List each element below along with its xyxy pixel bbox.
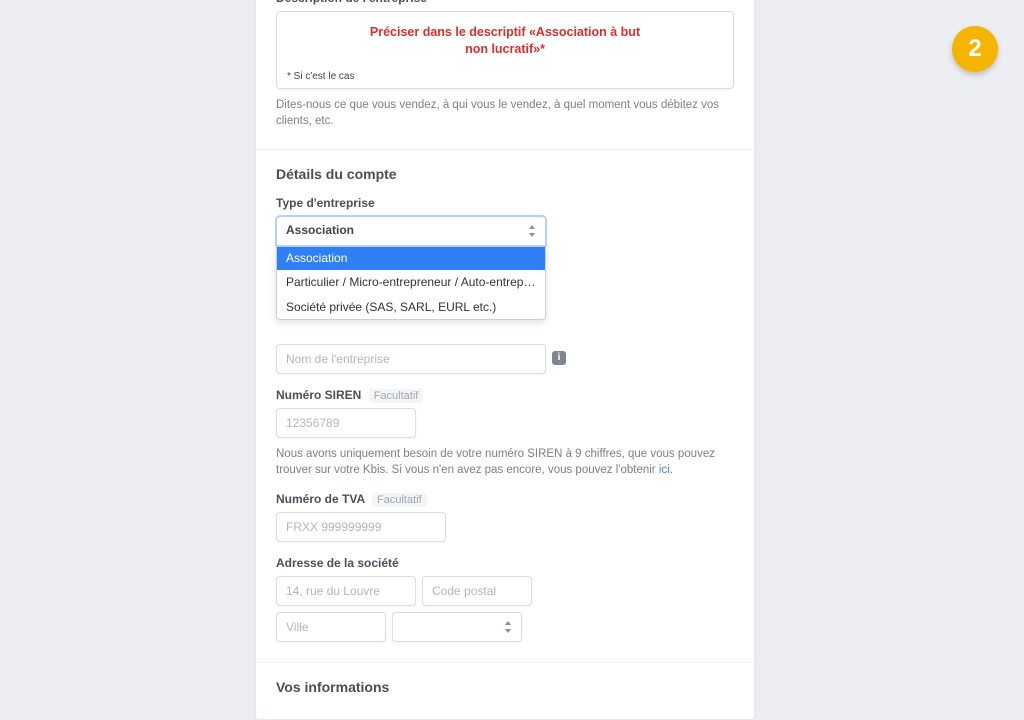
company-type-dropdown: Association Particulier / Micro-entrepre… bbox=[276, 246, 546, 320]
description-textarea[interactable]: Préciser dans le descriptif «Association… bbox=[276, 11, 734, 89]
siren-helptext: Nous avons uniquement besoin de votre nu… bbox=[276, 446, 734, 478]
vat-input[interactable] bbox=[276, 512, 446, 542]
address-label: Adresse de la société bbox=[276, 556, 734, 570]
your-info-title: Vos informations bbox=[276, 679, 734, 695]
description-highlight-text: Préciser dans le descriptif «Association… bbox=[365, 24, 645, 58]
description-footnote: * Si c'est le cas bbox=[287, 71, 355, 82]
section-description: Description de l'entreprise Préciser dan… bbox=[256, 0, 754, 149]
chevron-updown-icon bbox=[527, 225, 537, 237]
vat-label: Numéro de TVA Facultatif bbox=[276, 492, 734, 506]
chevron-updown-icon bbox=[503, 621, 513, 633]
company-type-selected-value: Association bbox=[286, 223, 354, 237]
address-street-input[interactable] bbox=[276, 576, 416, 606]
siren-label: Numéro SIREN Facultatif bbox=[276, 388, 734, 402]
description-label: Description de l'entreprise bbox=[276, 0, 734, 5]
account-details-title: Détails du compte bbox=[276, 166, 734, 182]
description-helptext: Dites-nous ce que vous vendez, à qui vou… bbox=[276, 97, 734, 129]
info-icon[interactable]: i bbox=[552, 351, 566, 365]
address-zip-input[interactable] bbox=[422, 576, 532, 606]
dropdown-option-particulier[interactable]: Particulier / Micro-entrepreneur / Auto-… bbox=[277, 270, 545, 294]
siren-help-link[interactable]: ici bbox=[659, 464, 670, 476]
vat-optional-badge: Facultatif bbox=[372, 493, 427, 507]
form-panel: Description de l'entreprise Préciser dan… bbox=[255, 0, 755, 720]
siren-input[interactable] bbox=[276, 408, 416, 438]
siren-optional-badge: Facultatif bbox=[369, 389, 424, 403]
dropdown-option-societe-privee[interactable]: Société privée (SAS, SARL, EURL etc.) bbox=[277, 295, 545, 319]
company-type-select[interactable]: Association bbox=[276, 216, 546, 246]
section-account-details: Détails du compte Type d'entreprise Asso… bbox=[256, 149, 754, 662]
dropdown-option-association[interactable]: Association bbox=[277, 246, 545, 270]
company-type-label: Type d'entreprise bbox=[276, 196, 734, 210]
address-city-input[interactable] bbox=[276, 612, 386, 642]
step-badge: 2 bbox=[952, 26, 998, 72]
section-your-info: Vos informations bbox=[256, 662, 754, 719]
address-country-select[interactable] bbox=[392, 612, 522, 642]
company-name-input[interactable] bbox=[276, 344, 546, 374]
